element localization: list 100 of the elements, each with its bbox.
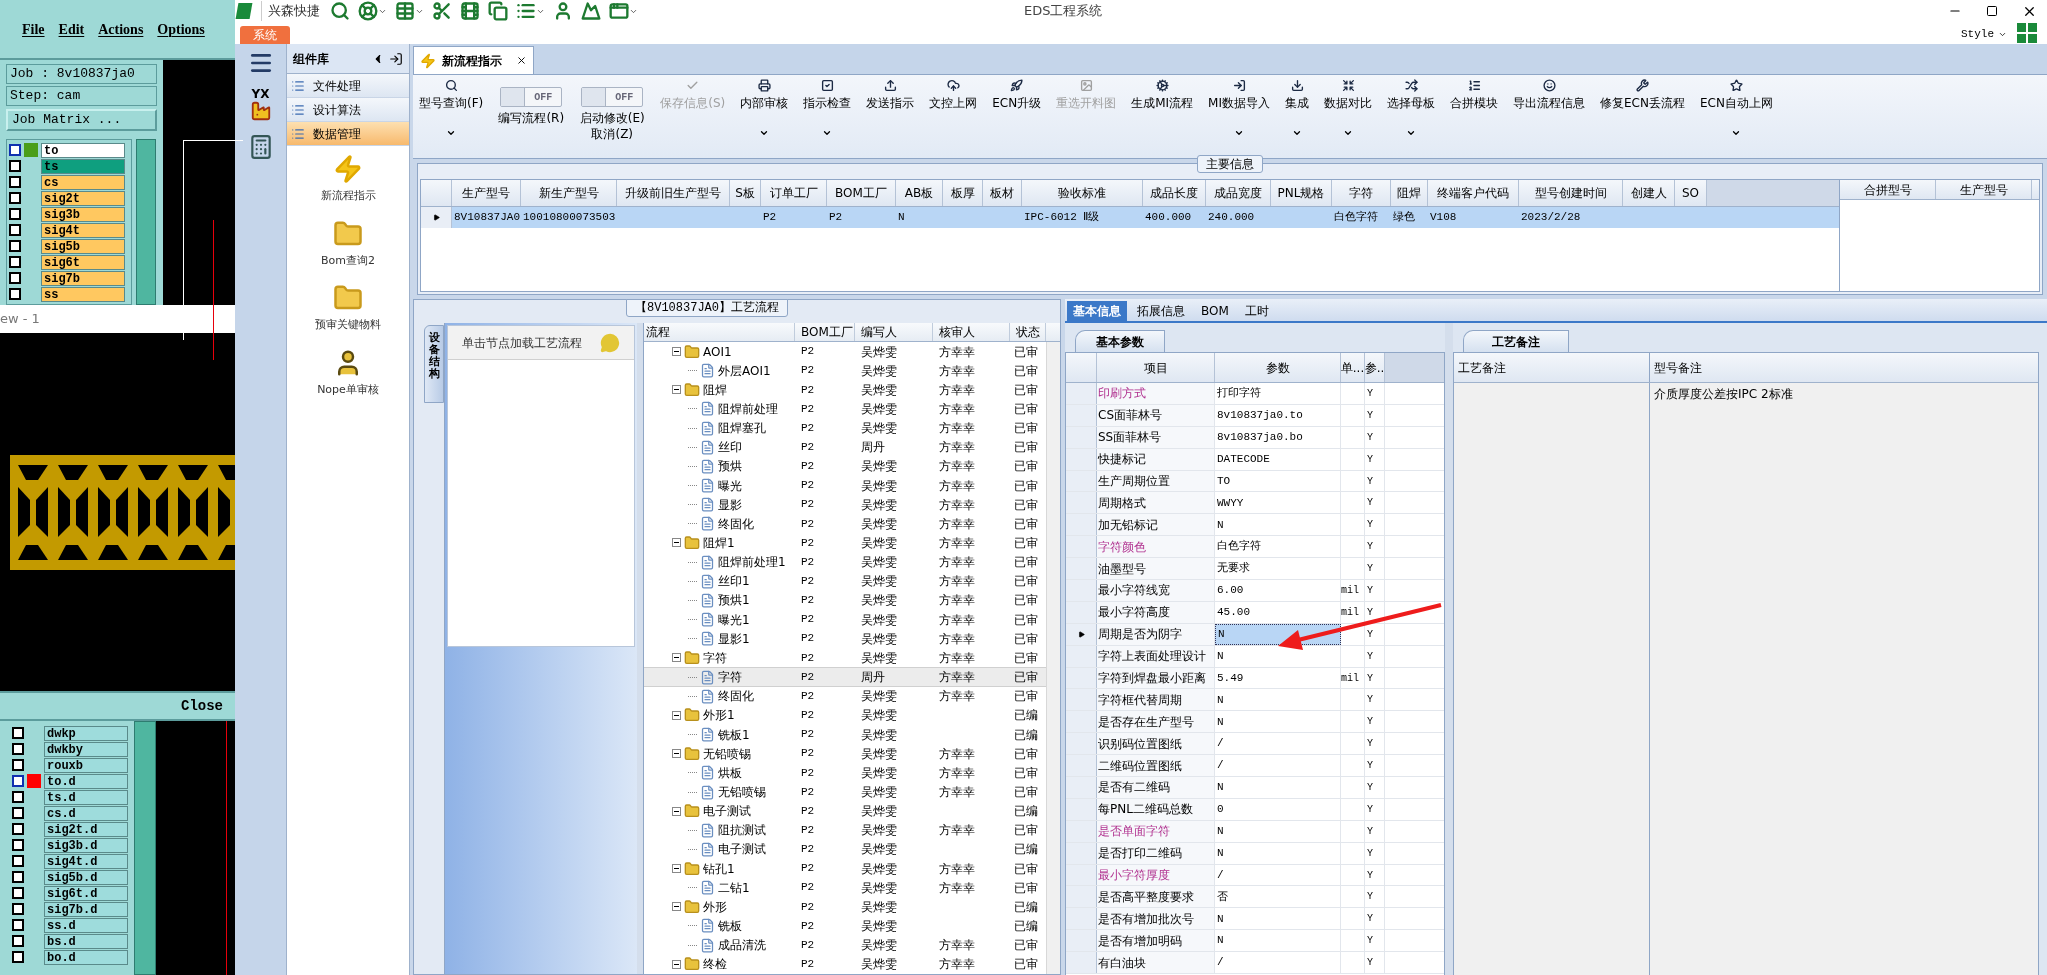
toolbar-button[interactable]: 合拼模块 bbox=[1448, 75, 1500, 111]
menu-item[interactable]: File bbox=[22, 18, 45, 40]
tree-row[interactable]: 外形1 P2 吴烨雯 已编 bbox=[644, 705, 1046, 725]
column-header[interactable]: 核审人 bbox=[933, 323, 1010, 341]
column-header[interactable]: BOM工厂 bbox=[827, 180, 896, 206]
table-row[interactable]: 每PNL二维码总数 0 Y bbox=[1066, 798, 1444, 821]
layer-name[interactable]: ts.d bbox=[44, 789, 128, 805]
layer-name[interactable]: sig4t bbox=[41, 222, 125, 238]
layer-checkbox[interactable] bbox=[9, 144, 21, 156]
module-label[interactable]: Nope单审核 bbox=[317, 381, 379, 398]
column-header[interactable]: 参数 bbox=[1215, 353, 1341, 382]
tree-row[interactable]: 阻焊塞孔 P2 吴烨雯 方幸幸 已审 bbox=[644, 418, 1046, 438]
layer-checkbox[interactable] bbox=[12, 951, 24, 963]
tree-row[interactable]: 预烘1 P2 吴烨雯 方幸幸 已审 bbox=[644, 590, 1046, 610]
table-row[interactable]: 有白油块 / Y bbox=[1066, 952, 1444, 975]
collapse-icon[interactable] bbox=[672, 347, 681, 357]
layer-checkbox[interactable] bbox=[12, 919, 24, 931]
tree-row[interactable]: 外形 P2 吴烨雯 已编 bbox=[644, 897, 1046, 917]
copy-icon[interactable] bbox=[488, 1, 508, 21]
layer-name[interactable]: ts bbox=[41, 158, 125, 174]
collapse-icon[interactable] bbox=[672, 710, 681, 720]
toolbar-button[interactable]: 文控上网 bbox=[927, 75, 980, 111]
table-row[interactable]: 是否高平整度要求 否 Y bbox=[1066, 886, 1444, 909]
collapse-icon[interactable] bbox=[672, 864, 681, 874]
layer-name[interactable]: sig7b.d bbox=[44, 901, 128, 917]
layer-name[interactable]: cs.d bbox=[44, 805, 128, 821]
column-header[interactable]: 终端客户代码 bbox=[1428, 180, 1519, 206]
tree-row[interactable]: 字符 P2 周丹 方幸幸 已审 bbox=[644, 667, 1046, 687]
collapse-icon[interactable] bbox=[672, 538, 681, 548]
close-icon[interactable] bbox=[516, 55, 527, 66]
table-row[interactable]: 周期是否为阴字 N Y bbox=[1066, 623, 1444, 646]
layer-checkbox[interactable] bbox=[12, 759, 24, 771]
tree-row[interactable]: 终固化 P2 吴烨雯 方幸幸 已审 bbox=[644, 686, 1046, 706]
column-header[interactable]: 订单工厂 bbox=[761, 180, 827, 206]
table-row[interactable]: 字符到焊盘最小距离 5.49 mil Y bbox=[1066, 667, 1444, 690]
layer-name[interactable]: sig5b bbox=[41, 238, 125, 254]
table-row[interactable]: 8V10837JA0 10010800073503 P2 P2 N IPC-6012 Ⅱ级 400.000 240.000 白色字符 绿色 V108 2023/2/28 bbox=[421, 207, 1839, 228]
layer-checkbox[interactable] bbox=[12, 871, 24, 883]
column-header[interactable]: 成品长度 bbox=[1143, 180, 1206, 206]
table-row[interactable]: CS面菲林号 8v10837ja0.to Y bbox=[1066, 404, 1444, 427]
layer-checkbox[interactable] bbox=[12, 839, 24, 851]
toolbar-button[interactable]: 发送指示 bbox=[864, 75, 917, 111]
tree-row[interactable]: 阻抗测试 P2 吴烨雯 方幸幸 已审 bbox=[644, 820, 1046, 840]
collapse-icon[interactable] bbox=[672, 806, 681, 816]
toggle-switch[interactable]: OFF bbox=[500, 87, 563, 107]
table-icon[interactable] bbox=[395, 1, 415, 21]
tree-row[interactable]: 铣板 P2 吴烨雯 已编 bbox=[644, 916, 1046, 936]
table-row[interactable]: 字符颜色 白色字符 Y bbox=[1066, 536, 1444, 559]
layer-checkbox[interactable] bbox=[12, 727, 24, 739]
table-row[interactable]: 最小字符厚度 / Y bbox=[1066, 864, 1444, 887]
toolbar-button[interactable]: 修复ECN丢流程 bbox=[1598, 75, 1687, 111]
tab[interactable]: 工时 bbox=[1238, 301, 1275, 321]
table-row[interactable]: SS面菲林号 8v10837ja0.bo Y bbox=[1066, 426, 1444, 449]
tree-row[interactable]: 无铅喷锡 P2 吴烨雯 方幸幸 已审 bbox=[644, 744, 1046, 764]
layer-name[interactable]: bs.d bbox=[44, 933, 128, 949]
layer-name[interactable]: sig3b bbox=[41, 206, 125, 222]
column-header[interactable]: 项目 bbox=[1097, 353, 1215, 382]
category-item[interactable]: 数据管理 bbox=[287, 122, 409, 146]
layer-checkbox[interactable] bbox=[9, 272, 21, 284]
layer-checkbox[interactable] bbox=[9, 224, 21, 236]
column-header[interactable]: 合拼型号 bbox=[1840, 180, 1936, 199]
maximize-icon[interactable] bbox=[1986, 5, 1998, 17]
toolbar-button[interactable]: 生成MI流程 bbox=[1129, 75, 1196, 111]
side-tab[interactable]: 设备结构 bbox=[424, 325, 444, 403]
table-row[interactable]: 油墨型号 无要求 Y bbox=[1066, 558, 1444, 580]
tab[interactable]: 基本信息 bbox=[1067, 301, 1127, 321]
layer-checkbox[interactable] bbox=[9, 288, 21, 300]
column-header[interactable]: 板材 bbox=[983, 180, 1022, 206]
toggle-switch[interactable]: OFF bbox=[581, 87, 644, 107]
table-row[interactable]: 二维码位置图纸 / Y bbox=[1066, 755, 1444, 778]
layer-checkbox[interactable] bbox=[12, 775, 24, 787]
layer-name[interactable]: ss.d bbox=[44, 917, 128, 933]
tab[interactable]: BOM bbox=[1195, 301, 1235, 321]
tree-row[interactable]: 钻孔1 P2 吴烨雯 方幸幸 已审 bbox=[644, 859, 1046, 879]
column-header[interactable]: 阻焊 bbox=[1391, 180, 1428, 206]
table-row[interactable]: 是否单面字符 N Y bbox=[1066, 820, 1444, 843]
layer-checkbox[interactable] bbox=[12, 743, 24, 755]
layer-checkbox[interactable] bbox=[12, 903, 24, 915]
column-header[interactable]: S板 bbox=[730, 180, 761, 206]
column-header[interactable]: 升级前旧生产型号 bbox=[617, 180, 730, 206]
column-header[interactable]: 字符 bbox=[1332, 180, 1391, 206]
toolbar-button[interactable]: 型号查询(F) bbox=[417, 75, 486, 138]
layer-name[interactable]: bo.d bbox=[44, 949, 128, 965]
layer-checkbox[interactable] bbox=[9, 192, 21, 204]
layer-checkbox[interactable] bbox=[12, 855, 24, 867]
table-row[interactable]: 快捷标记 DATECODE Y bbox=[1066, 448, 1444, 471]
table-row[interactable]: 生产周期位置 TO Y bbox=[1066, 470, 1444, 493]
table-row[interactable]: 是否存在生产型号 N Y bbox=[1066, 711, 1444, 734]
layer-name[interactable]: ss bbox=[41, 286, 125, 302]
tree-row[interactable]: 阻焊1 P2 吴烨雯 方幸幸 已审 bbox=[644, 533, 1046, 553]
table-row[interactable]: 最小字符线宽 6.00 mil Y bbox=[1066, 580, 1444, 602]
tree-row[interactable]: 显影 P2 吴烨雯 方幸幸 已审 bbox=[644, 495, 1046, 515]
tree-row[interactable]: 外层AOI1 P2 吴烨雯 方幸幸 已审 bbox=[644, 361, 1046, 381]
table-row[interactable]: 是否打印二维码 N Y bbox=[1066, 842, 1444, 865]
tree-row[interactable]: 阻焊 P2 吴烨雯 方幸幸 已审 bbox=[644, 380, 1046, 400]
toolbar-button[interactable]: 内部审核 bbox=[738, 75, 791, 138]
module-label[interactable]: 新流程指示 bbox=[320, 188, 376, 205]
list-icon[interactable] bbox=[516, 1, 536, 21]
layer-name[interactable]: sig6t.d bbox=[44, 885, 128, 901]
tree-row[interactable]: 曝光1 P2 吴烨雯 方幸幸 已审 bbox=[644, 609, 1046, 630]
